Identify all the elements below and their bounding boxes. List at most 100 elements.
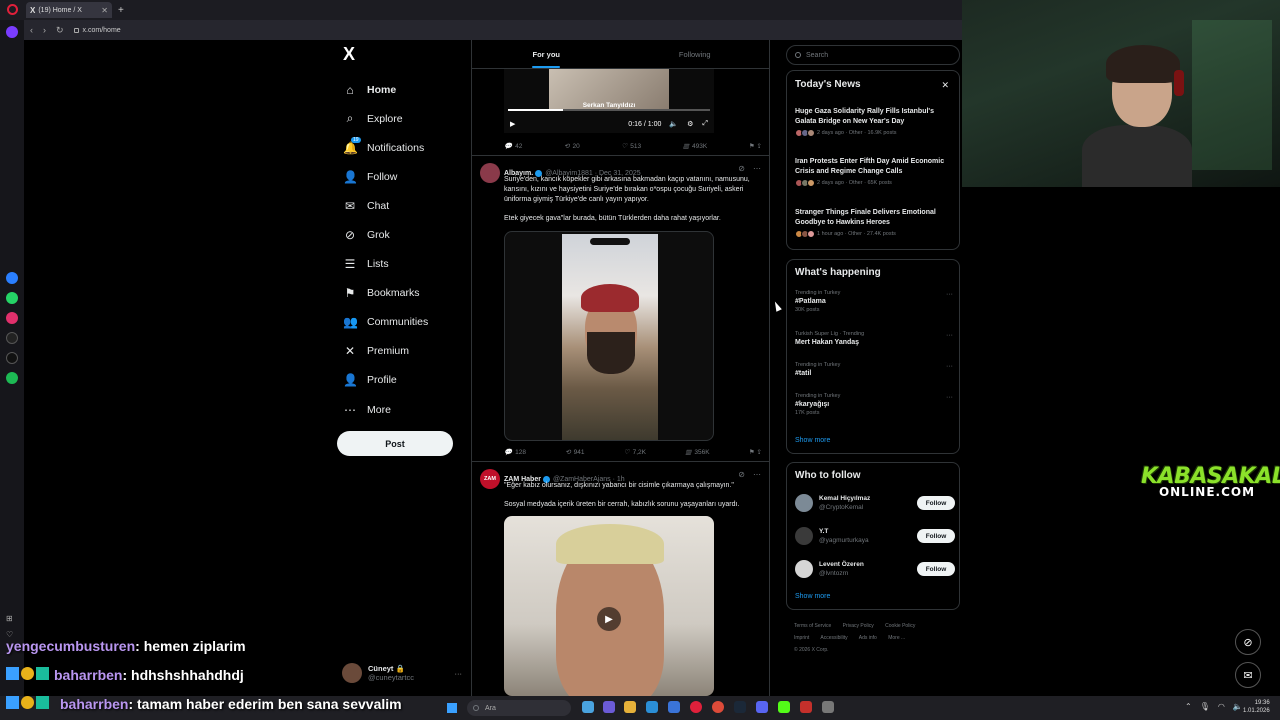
nav-chat[interactable]: ✉ Chat	[336, 191, 466, 220]
trend-item[interactable]: Trending in Turkey #karyağışı 17K posts	[795, 393, 955, 416]
like-button[interactable]: ♡ 7,2K	[624, 448, 646, 457]
bookmark-button[interactable]: ⚑ ⇪	[749, 142, 762, 150]
grid-icon[interactable]: ⊞	[6, 614, 13, 623]
grok-icon[interactable]: ⊘	[738, 164, 745, 173]
tab-following[interactable]: Following	[621, 40, 770, 68]
nav-follow[interactable]: 👤 Follow	[336, 162, 466, 191]
nav-home[interactable]: ⌂ Home	[336, 75, 466, 104]
reply-button[interactable]: 💬 128	[504, 448, 526, 457]
back-icon[interactable]: ‹	[30, 25, 33, 36]
play-icon[interactable]: ▶	[597, 607, 621, 631]
discord-icon[interactable]	[756, 701, 768, 713]
more-dots-icon[interactable]: ⋯	[753, 470, 761, 479]
views-button[interactable]: ▥ 356K	[685, 448, 709, 457]
like-button[interactable]: ♡ 513	[621, 142, 641, 151]
fullscreen-icon[interactable]: ⤢	[702, 120, 708, 128]
footer-link[interactable]: Cookie Policy	[885, 623, 915, 629]
x-logo-icon[interactable]: X	[343, 44, 466, 65]
repost-button[interactable]: ⟲ 20	[564, 142, 580, 151]
tweet-media[interactable]	[504, 231, 714, 441]
volume-icon[interactable]: 🔈	[669, 120, 678, 128]
opera-icon[interactable]	[690, 701, 702, 713]
nav-explore[interactable]: ⌕ Explore	[336, 104, 466, 133]
more-dots-icon[interactable]: ···	[946, 363, 953, 370]
forward-icon[interactable]: ›	[43, 25, 46, 36]
follow-suggestion[interactable]: Kemal Hiçyılmaz @CryptoKemal Follow	[795, 492, 955, 514]
nav-bookmarks[interactable]: ⚑ Bookmarks	[336, 279, 466, 308]
video-player[interactable]: Serkan Tanyıldızı ▶ 0:16 / 1:00 🔈 ⚙ ⤢	[504, 69, 714, 133]
account-switcher[interactable]: Cüneyt 🔒 @cuneytartcc ···	[342, 662, 462, 684]
footer-link[interactable]: More ...	[888, 635, 905, 641]
avatar[interactable]	[480, 163, 500, 183]
grok-icon[interactable]: ⊘	[1235, 629, 1261, 655]
microphone-icon[interactable]: 🎙	[1200, 702, 1210, 711]
file-explorer-icon[interactable]	[582, 701, 594, 713]
news-item[interactable]: Stranger Things Finale Delivers Emotiona…	[795, 208, 955, 238]
nav-more[interactable]: ⋯ More	[336, 395, 466, 424]
news-item[interactable]: Huge Gaza Solidarity Rally Fills Istanbu…	[795, 107, 955, 137]
close-icon[interactable]: ✕	[941, 80, 949, 91]
instagram-icon[interactable]	[6, 312, 18, 324]
messenger-icon[interactable]	[6, 272, 18, 284]
nav-lists[interactable]: ☰ Lists	[336, 250, 466, 279]
post-button[interactable]: Post	[337, 431, 453, 456]
grok-icon[interactable]: ⊘	[738, 470, 745, 479]
video-progress-bar[interactable]	[508, 109, 710, 111]
folder-icon[interactable]	[624, 701, 636, 713]
follow-button[interactable]: Follow	[917, 529, 955, 543]
search-input[interactable]: Search	[786, 45, 960, 65]
footer-link[interactable]: Imprint	[794, 635, 809, 641]
taskbar-search[interactable]: Ara	[467, 700, 571, 716]
spotify-icon[interactable]	[6, 372, 18, 384]
trend-item[interactable]: Trending in Turkey #Patlama 30K posts	[795, 290, 955, 313]
workspace-icon[interactable]	[6, 26, 18, 38]
news-item[interactable]: Iran Protests Enter Fifth Day Amid Econo…	[795, 157, 955, 187]
trend-item[interactable]: Trending in Turkey #tatil	[795, 362, 955, 377]
play-icon[interactable]: ▶	[510, 120, 515, 128]
messages-icon[interactable]: ✉	[1235, 662, 1261, 688]
more-dots-icon[interactable]: ···	[946, 291, 953, 298]
obs-icon[interactable]	[800, 701, 812, 713]
settings-icon[interactable]	[822, 701, 834, 713]
footer-link[interactable]: Privacy Policy	[843, 623, 874, 629]
browser-tab[interactable]: X (19) Home / X ✕	[26, 2, 112, 18]
more-dots-icon[interactable]: ···	[455, 669, 463, 678]
follow-button[interactable]: Follow	[917, 496, 955, 510]
tweet-video[interactable]: ▶	[504, 516, 714, 696]
tab-for-you[interactable]: For you	[472, 40, 621, 68]
footer-link[interactable]: Terms of Service	[794, 623, 831, 629]
chrome-icon[interactable]	[712, 701, 724, 713]
taskbar-clock[interactable]: 19:36 1.01.2026	[1243, 699, 1270, 715]
new-tab-icon[interactable]: +	[118, 5, 124, 16]
windows-start-icon[interactable]	[447, 703, 457, 713]
reply-button[interactable]: 💬 42	[504, 142, 522, 151]
url-field[interactable]: x.com/home	[73, 27, 121, 34]
trend-item[interactable]: Turkish Super Lig · Trending Mert Hakan …	[795, 331, 955, 346]
nav-grok[interactable]: ⊘ Grok	[336, 220, 466, 249]
follow-suggestion[interactable]: Levent Özeren @lvntozrn Follow	[795, 558, 955, 580]
close-tab-icon[interactable]: ✕	[101, 6, 108, 15]
store-icon[interactable]	[668, 701, 680, 713]
nav-profile[interactable]: 👤 Profile	[336, 366, 466, 395]
nav-premium[interactable]: ✕ Premium	[336, 337, 466, 366]
edge-icon[interactable]	[646, 701, 658, 713]
nav-notifications[interactable]: 🔔 Notifications 19	[336, 133, 466, 162]
more-dots-icon[interactable]: ···	[946, 332, 953, 339]
follow-suggestion[interactable]: Y.T @yagmurturkaya Follow	[795, 525, 955, 547]
steam-icon[interactable]	[734, 701, 746, 713]
tiktok-icon[interactable]	[6, 332, 18, 344]
x-app-icon[interactable]	[6, 352, 18, 364]
avatar[interactable]: ZAM	[480, 469, 500, 489]
show-more-link[interactable]: Show more	[795, 593, 830, 600]
follow-button[interactable]: Follow	[917, 562, 955, 576]
footer-link[interactable]: Ads info	[859, 635, 877, 641]
more-dots-icon[interactable]: ⋯	[753, 164, 761, 173]
whatsapp-icon[interactable]	[6, 292, 18, 304]
settings-icon[interactable]: ⚙	[687, 120, 693, 128]
repost-button[interactable]: ⟲ 941	[565, 448, 584, 457]
footer-link[interactable]: Accessibility	[820, 635, 847, 641]
nav-communities[interactable]: 👥 Communities	[336, 308, 466, 337]
kick-icon[interactable]	[778, 701, 790, 713]
bookmark-button[interactable]: ⚑ ⇪	[749, 448, 762, 456]
opera-logo-icon[interactable]	[7, 4, 18, 15]
